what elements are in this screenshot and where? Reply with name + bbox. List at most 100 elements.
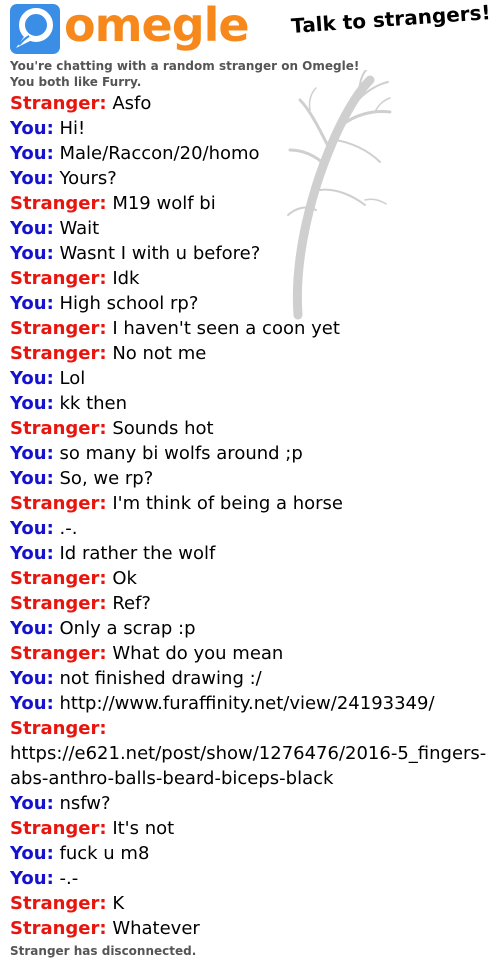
message-text: Ref? <box>112 593 151 614</box>
omegle-logo-text[interactable]: omegle <box>64 0 250 54</box>
stranger-label: Stranger: <box>10 493 107 514</box>
stranger-message: Stranger: Asfo <box>10 91 495 116</box>
you-message: You: Hi! <box>10 116 495 141</box>
message-text: Yours? <box>59 168 117 189</box>
message-text: https://e621.net/post/show/1276476/2016-… <box>10 743 487 789</box>
you-label: You: <box>10 518 54 539</box>
message-text: Wasnt I with u before? <box>59 243 261 264</box>
you-label: You: <box>10 143 54 164</box>
stranger-message: Stranger: No not me <box>10 341 495 366</box>
you-label: You: <box>10 393 54 414</box>
message-text: Hi! <box>59 118 86 139</box>
header: omegle Talk to strangers! <box>0 0 500 58</box>
stranger-label: Stranger: <box>10 643 107 664</box>
message-text: It's not <box>112 818 175 839</box>
stranger-message: Stranger: I haven't seen a coon yet <box>10 316 495 341</box>
tagline: Talk to strangers! <box>290 0 492 38</box>
stranger-label: Stranger: <box>10 918 107 939</box>
stranger-message: Stranger: K <box>10 891 495 916</box>
message-text: No not me <box>112 343 207 364</box>
message-text: What do you mean <box>112 643 284 664</box>
you-message: You: So, we rp? <box>10 466 495 491</box>
stranger-label: Stranger: <box>10 318 107 339</box>
message-text: fuck u m8 <box>59 843 150 864</box>
message-text: I haven't seen a coon yet <box>112 318 340 339</box>
stranger-label: Stranger: <box>10 193 107 214</box>
you-label: You: <box>10 793 54 814</box>
message-text: nsfw? <box>59 793 111 814</box>
you-message: You: nsfw? <box>10 791 495 816</box>
you-message: You: fuck u m8 <box>10 841 495 866</box>
message-text: Only a scrap :p <box>59 618 196 639</box>
message-text: so many bi wolfs around ;p <box>59 443 303 464</box>
omegle-logo-icon <box>10 4 60 54</box>
you-label: You: <box>10 218 54 239</box>
status-disconnected: Stranger has disconnected. <box>10 944 197 958</box>
stranger-message: Stranger: Sounds hot <box>10 416 495 441</box>
you-label: You: <box>10 118 54 139</box>
message-text: So, we rp? <box>59 468 154 489</box>
you-message: You: Yours? <box>10 166 495 191</box>
message-text: Sounds hot <box>112 418 214 439</box>
message-text: not finished drawing :/ <box>59 668 262 689</box>
message-text: Lol <box>59 368 86 389</box>
you-label: You: <box>10 468 54 489</box>
you-label: You: <box>10 293 54 314</box>
message-text: I'm think of being a horse <box>112 493 343 514</box>
message-text: kk then <box>59 393 128 414</box>
you-message: You: .-. <box>10 516 495 541</box>
message-text: Male/Raccon/20/homo <box>59 143 260 164</box>
info-common-interest: You both like Furry. <box>10 75 142 89</box>
you-message: You: so many bi wolfs around ;p <box>10 441 495 466</box>
message-text: Idk <box>112 268 140 289</box>
stranger-label: Stranger: <box>10 93 107 114</box>
message-text: M19 wolf bi <box>112 193 216 214</box>
info-chatting: You're chatting with a random stranger o… <box>10 59 360 73</box>
you-label: You: <box>10 243 54 264</box>
chat-log: Stranger: Asfo You: Hi! You: Male/Raccon/2… <box>10 91 495 959</box>
stranger-message: Stranger: I'm think of being a horse <box>10 491 495 516</box>
stranger-label: Stranger: <box>10 593 107 614</box>
stranger-message: Stranger: https://e621.net/post/show/127… <box>10 716 495 791</box>
you-message: You: Wasnt I with u before? <box>10 241 495 266</box>
message-text: -.- <box>59 868 79 889</box>
you-label: You: <box>10 168 54 189</box>
stranger-message: Stranger: Ok <box>10 566 495 591</box>
you-label: You: <box>10 368 54 389</box>
you-message: You: Id rather the wolf <box>10 541 495 566</box>
stranger-label: Stranger: <box>10 893 107 914</box>
stranger-message: Stranger: It's not <box>10 816 495 841</box>
you-message: You: http://www.furaffinity.net/view/241… <box>10 691 495 716</box>
stranger-label: Stranger: <box>10 818 107 839</box>
you-message: You: High school rp? <box>10 291 495 316</box>
stranger-label: Stranger: <box>10 343 107 364</box>
you-message: You: -.- <box>10 866 495 891</box>
message-text: .-. <box>59 518 78 539</box>
you-message: You: Wait <box>10 216 495 241</box>
message-text: Asfo <box>112 93 152 114</box>
you-label: You: <box>10 668 54 689</box>
stranger-message: Stranger: M19 wolf bi <box>10 191 495 216</box>
stranger-label: Stranger: <box>10 268 107 289</box>
stranger-label: Stranger: <box>10 568 107 589</box>
you-message: You: Male/Raccon/20/homo <box>10 141 495 166</box>
message-text: High school rp? <box>59 293 199 314</box>
you-message: You: kk then <box>10 391 495 416</box>
stranger-label: Stranger: <box>10 718 107 739</box>
you-message: You: Only a scrap :p <box>10 616 495 641</box>
message-text: Id rather the wolf <box>59 543 216 564</box>
message-text: K <box>112 893 125 914</box>
you-message: You: not finished drawing :/ <box>10 666 495 691</box>
message-text: http://www.furaffinity.net/view/24193349… <box>59 693 435 714</box>
stranger-message: Stranger: What do you mean <box>10 641 495 666</box>
stranger-label: Stranger: <box>10 418 107 439</box>
you-label: You: <box>10 443 54 464</box>
you-label: You: <box>10 693 54 714</box>
you-label: You: <box>10 843 54 864</box>
you-label: You: <box>10 543 54 564</box>
you-label: You: <box>10 618 54 639</box>
message-text: Wait <box>59 218 100 239</box>
stranger-message: Stranger: Ref? <box>10 591 495 616</box>
message-text: Whatever <box>112 918 200 939</box>
message-text: Ok <box>112 568 137 589</box>
